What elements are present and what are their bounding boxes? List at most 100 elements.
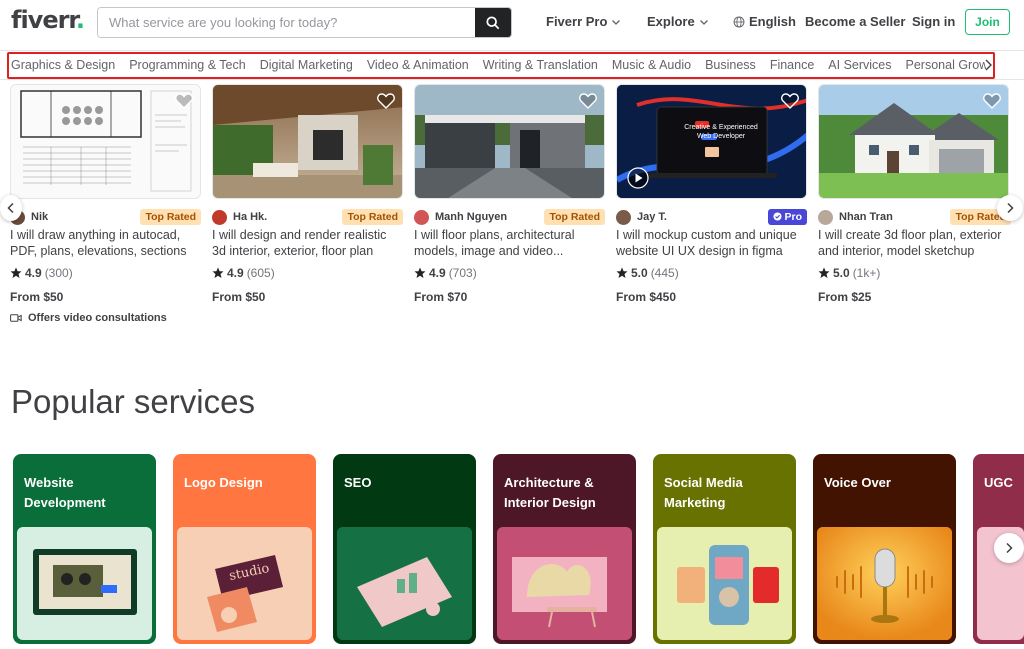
heart-icon[interactable] <box>579 93 597 109</box>
avatar[interactable] <box>818 209 833 225</box>
gig-price: From $70 <box>414 290 468 304</box>
review-count: (605) <box>246 266 275 280</box>
seller-name[interactable]: Nhan Tran <box>839 211 893 223</box>
service-card-logo-design[interactable]: Logo Design studio <box>173 454 316 644</box>
video-icon <box>10 314 22 322</box>
sign-in-link[interactable]: Sign in <box>912 14 955 29</box>
search-input[interactable] <box>98 8 475 37</box>
heart-icon[interactable] <box>377 93 395 109</box>
suburban-house-image <box>819 85 1008 198</box>
gig-title[interactable]: I will draw anything in autocad, PDF, pl… <box>10 227 201 259</box>
service-card-seo[interactable]: SEO <box>333 454 476 644</box>
promo-line-1: Creative & Experienced <box>684 124 758 131</box>
gig-rating: 5.0 (1k+) <box>818 266 880 280</box>
gig-thumbnail[interactable] <box>818 84 1009 199</box>
gigs-prev-button[interactable] <box>0 195 22 221</box>
gig-title[interactable]: I will design and render realistic 3d in… <box>212 227 403 259</box>
top-rated-badge: Top Rated <box>544 209 605 225</box>
services-next-button[interactable] <box>994 533 1024 563</box>
fiverr-logo[interactable]: fiverr. <box>11 6 85 34</box>
gigs-next-button[interactable] <box>997 195 1023 221</box>
seller-row: Manh Nguyen Top Rated <box>414 209 605 225</box>
gig-card[interactable]: Ha Hk. Top Rated I will design and rende… <box>212 84 403 304</box>
avatar[interactable] <box>212 209 227 225</box>
gig-carousel: Nik Top Rated I will draw anything in au… <box>10 84 1024 334</box>
seller-row: Ha Hk. Top Rated <box>212 209 403 225</box>
language-selector[interactable]: English <box>733 14 796 29</box>
service-card-website-development[interactable]: Website Development <box>13 454 156 644</box>
explore-menu[interactable]: Explore <box>647 14 709 29</box>
search-button[interactable] <box>475 8 511 37</box>
service-image <box>497 527 632 640</box>
join-label: Join <box>975 15 1000 29</box>
gig-title[interactable]: I will create 3d floor plan, exterior an… <box>818 227 1009 259</box>
chevron-left-icon <box>7 202 14 214</box>
pro-badge: Pro <box>767 209 807 225</box>
gig-card[interactable]: Manh Nguyen Top Rated I will floor plans… <box>414 84 605 304</box>
rating-value: 4.9 <box>227 266 244 280</box>
avatar[interactable] <box>616 209 631 225</box>
become-seller-link[interactable]: Become a Seller <box>805 14 905 29</box>
social-media-graphic <box>677 545 779 625</box>
fiverr-pro-label: Fiverr Pro <box>546 14 608 29</box>
service-image <box>657 527 792 640</box>
gig-thumbnail[interactable] <box>212 84 403 199</box>
become-seller-label: Become a Seller <box>805 14 906 29</box>
gig-price: From $450 <box>616 290 677 304</box>
service-image <box>817 527 952 640</box>
video-consultation-label: Offers video consultations <box>28 312 167 324</box>
chevron-down-icon <box>699 19 708 25</box>
rating-value: 5.0 <box>833 266 850 280</box>
rating-value: 4.9 <box>25 266 42 280</box>
heart-icon[interactable] <box>175 93 193 109</box>
chair-graphic <box>512 557 607 628</box>
heart-icon[interactable] <box>781 93 799 109</box>
gig-card[interactable]: Nik Top Rated I will draw anything in au… <box>10 84 201 324</box>
explore-label: Explore <box>647 14 695 29</box>
service-label: SEO <box>344 475 372 490</box>
service-card-voice-over[interactable]: Voice Over <box>813 454 956 644</box>
seller-name[interactable]: Ha Hk. <box>233 211 267 223</box>
seller-row: Nhan Tran Top Rated <box>818 209 1011 225</box>
heart-icon[interactable] <box>983 93 1001 109</box>
chevron-down-icon <box>612 19 621 25</box>
gig-thumbnail[interactable] <box>414 84 605 199</box>
seller-name[interactable]: Nik <box>31 211 48 223</box>
seller-name[interactable]: Manh Nguyen <box>435 211 507 223</box>
star-icon <box>616 267 628 278</box>
gig-price: From $50 <box>10 290 64 304</box>
gig-thumbnail[interactable]: Creative & Experienced Web Developer <box>616 84 807 199</box>
gig-thumbnail[interactable] <box>10 84 201 199</box>
star-icon <box>414 267 426 278</box>
seo-graphic <box>337 527 472 640</box>
modern-house-image <box>415 85 604 198</box>
service-label: Website Development <box>24 475 106 510</box>
service-image <box>17 527 152 640</box>
star-icon <box>818 267 830 278</box>
fiverr-pro-menu[interactable]: Fiverr Pro <box>546 14 621 29</box>
avatar[interactable] <box>414 209 429 225</box>
chevron-right-icon <box>1006 542 1013 554</box>
top-rated-badge: Top Rated <box>342 209 403 225</box>
join-button[interactable]: Join <box>965 9 1010 35</box>
gig-title[interactable]: I will mockup custom and unique website … <box>616 227 807 259</box>
video-consultation-note: Offers video consultations <box>10 312 167 324</box>
review-count: (300) <box>44 266 73 280</box>
gig-card[interactable]: Nhan Tran Top Rated I will create 3d flo… <box>818 84 1011 304</box>
gig-price: From $50 <box>212 290 266 304</box>
search-icon <box>486 15 500 29</box>
gig-title[interactable]: I will floor plans, architectural models… <box>414 227 605 259</box>
service-card-social-media-marketing[interactable]: Social Media Marketing <box>653 454 796 644</box>
play-icon[interactable] <box>627 167 649 189</box>
logo-text: fiverr <box>11 6 77 34</box>
star-icon <box>212 267 224 278</box>
patio-render-image <box>213 85 402 198</box>
service-card-architecture-interior-design[interactable]: Architecture & Interior Design <box>493 454 636 644</box>
gig-card[interactable]: Creative & Experienced Web Developer Jay… <box>616 84 807 304</box>
service-image <box>337 527 472 640</box>
seller-name[interactable]: Jay T. <box>637 211 667 223</box>
top-header: fiverr. Fiverr Pro Explore English Becom… <box>0 0 1024 46</box>
service-label: Voice Over <box>824 475 891 490</box>
star-icon <box>10 267 22 278</box>
service-label: Logo Design <box>184 475 263 490</box>
